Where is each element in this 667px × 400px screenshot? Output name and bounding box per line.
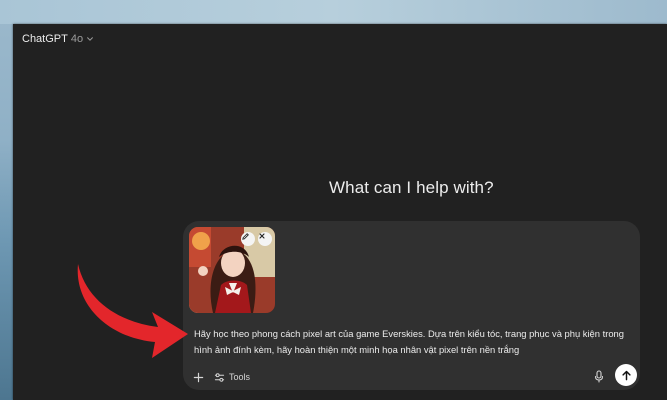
sliders-icon xyxy=(214,372,225,382)
plus-icon xyxy=(193,372,204,382)
model-name: ChatGPT xyxy=(22,33,68,45)
prompt-input[interactable]: Hãy học theo phong cách pixel art của ga… xyxy=(194,326,634,358)
page-heading: What can I help with? xyxy=(329,178,494,197)
arrow-up-icon xyxy=(621,370,631,380)
add-attachment-button[interactable] xyxy=(193,372,204,383)
voice-input-button[interactable] xyxy=(594,370,604,388)
tools-button[interactable]: Tools xyxy=(214,372,250,383)
model-version: 4o xyxy=(70,33,84,45)
chevron-down-icon xyxy=(87,37,94,41)
composer-toolbar: Tools xyxy=(193,367,250,387)
send-button[interactable] xyxy=(615,364,637,386)
close-icon xyxy=(259,233,265,239)
composer: Hãy học theo phong cách pixel art của ga… xyxy=(183,221,640,390)
chatgpt-window: ChatGPT 4o What can I help with? Hãy học… xyxy=(13,24,667,400)
microphone-icon xyxy=(594,370,604,383)
attachment-remove-button[interactable] xyxy=(258,232,272,246)
desktop-background xyxy=(0,0,667,24)
attachment-edit-button[interactable] xyxy=(241,232,255,246)
pencil-icon xyxy=(242,233,249,240)
model-picker[interactable]: ChatGPT 4o xyxy=(22,29,94,49)
tools-label: Tools xyxy=(229,372,251,382)
attachment-thumbnail[interactable] xyxy=(189,227,275,313)
